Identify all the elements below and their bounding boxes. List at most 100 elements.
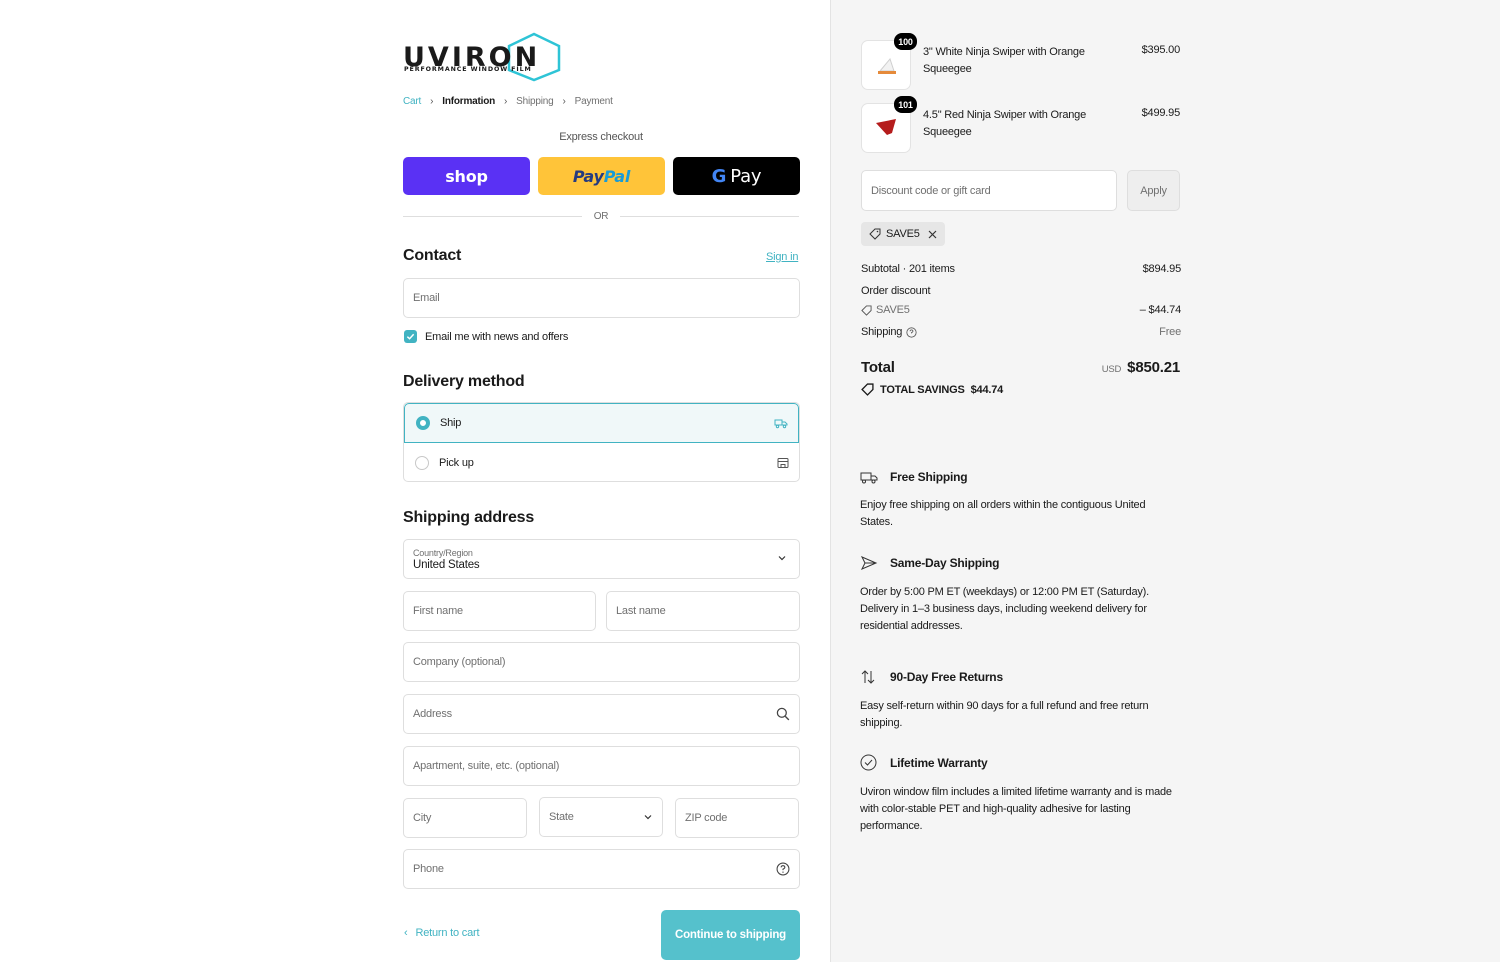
delivery-option-ship[interactable]: Ship [404,403,799,443]
truck-icon [774,419,788,429]
ship-radio[interactable] [416,416,430,430]
first-name-placeholder: First name [413,605,463,617]
newsletter-label: Email me with news and offers [425,330,569,343]
ship-label: Ship [440,417,462,429]
paypal-label-b: Pal [603,166,631,186]
tag-icon [869,228,881,240]
cart-item: 100 3" White Ninja Swiper with Orange Sq… [861,33,1181,90]
currency-code: USD [1101,364,1122,375]
product-price: $395.00 [1141,44,1181,56]
feature-lifetime-warranty: Lifetime Warranty Uviron window film inc… [860,754,1180,835]
checkmark-icon [406,333,415,340]
or-divider: OR [403,209,800,223]
shipping-row: Shipping Free [861,326,1181,338]
feature-description: Uviron window film includes a limited li… [860,786,1172,832]
chevron-right-icon: › [430,96,434,107]
newsletter-checkbox-row[interactable]: Email me with news and offers [404,330,568,343]
discount-placeholder: Discount code or gift card [871,184,991,197]
total-value-wrap: USD $850.21 [1102,359,1180,376]
email-field[interactable]: Email [403,278,800,318]
pickup-label: Pick up [439,457,474,469]
state-select[interactable]: State [539,797,663,837]
delivery-title: Delivery method [403,373,525,390]
last-name-field[interactable]: Last name [606,591,800,631]
phone-field[interactable]: Phone [403,849,800,889]
product-name: 3" White Ninja Swiper with Orange Squeeg… [923,46,1085,75]
shop-pay-button[interactable]: shop [403,157,530,195]
delivery-option-pickup[interactable]: Pick up [404,443,799,481]
product-name: 4.5" Red Ninja Swiper with Orange Squeeg… [923,109,1086,138]
feature-free-returns: 90-Day Free Returns Easy self-return wit… [860,669,1180,732]
country-label: Country/Region [413,547,473,558]
apply-discount-button[interactable]: Apply [1127,170,1180,211]
discount-code-row: SAVE5 – $44.74 [861,304,1181,316]
feature-description: Enjoy free shipping on all orders within… [860,499,1146,528]
discount-code-input[interactable]: Discount code or gift card [861,170,1117,211]
delivery-options: Ship Pick up [403,402,800,482]
check-circle-icon [860,754,880,771]
chevron-right-icon: › [562,96,566,107]
subtotal-row: Subtotal · 201 items $894.95 [861,263,1181,275]
feature-free-shipping: Free Shipping Enjoy free shipping on all… [860,470,1180,531]
search-icon[interactable] [776,707,790,721]
chevron-down-icon [644,815,652,820]
shipping-label: Shipping [861,326,903,338]
order-discount-label: Order discount [861,285,931,297]
breadcrumb-information: Information [442,96,496,107]
close-icon[interactable] [928,230,937,239]
subtotal-label: Subtotal · 201 items [861,263,955,275]
help-circle-icon[interactable] [906,326,917,338]
shipping-address-title: Shipping address [403,509,535,526]
savings-value: $44.74 [970,383,1004,396]
order-discount-row: Order discount [861,285,1181,297]
paypal-label-a: Pay [572,166,604,186]
city-field[interactable]: City [403,798,527,838]
google-g-icon: G [711,165,727,187]
country-value: United States [413,558,480,571]
feature-title: Same-Day Shipping [890,556,1000,570]
tag-icon [861,383,874,396]
brand-logo[interactable]: UVIRON PERFORMANCE WINDOW FILM [403,32,563,82]
discount-tag-chip: SAVE5 [861,222,945,246]
apartment-field[interactable]: Apartment, suite, etc. (optional) [403,746,800,786]
continue-label: Continue to shipping [675,929,786,941]
address-placeholder: Address [413,708,452,720]
sign-in-link[interactable]: Sign in [766,251,798,263]
subtotal-value: $894.95 [1142,263,1182,275]
feature-title: Free Shipping [890,470,968,484]
return-to-cart-link[interactable]: ‹ Return to cart [404,927,480,939]
express-checkout-label: Express checkout [559,131,643,143]
country-select[interactable]: Country/Region United States [403,539,800,579]
feature-title: 90-Day Free Returns [890,670,1003,684]
address-field[interactable]: Address [403,694,800,734]
discount-value: – $44.74 [1139,304,1181,316]
breadcrumb-cart[interactable]: Cart [403,96,421,107]
help-circle-icon[interactable] [776,862,790,876]
chevron-left-icon: ‹ [404,927,408,939]
continue-to-shipping-button[interactable]: Continue to shipping [661,910,800,960]
google-pay-button[interactable]: G Pay [673,157,800,195]
breadcrumb: Cart › Information › Shipping › Payment [403,96,613,107]
company-field[interactable]: Company (optional) [403,642,800,682]
paypal-button[interactable]: Pay Pal [538,157,665,195]
first-name-field[interactable]: First name [403,591,596,631]
chevron-right-icon: › [504,96,508,107]
breadcrumb-payment: Payment [574,96,613,107]
chevron-down-icon [778,556,786,561]
newsletter-checkbox[interactable] [404,330,417,343]
product-price: $499.95 [1141,107,1181,119]
checkout-main: UVIRON PERFORMANCE WINDOW FILM Cart › In… [0,0,830,962]
store-icon [777,458,789,468]
total-label: Total [861,359,895,376]
quantity-badge: 100 [894,33,917,50]
arrows-icon [860,669,880,685]
breadcrumb-shipping: Shipping [516,96,554,107]
discount-code-label: SAVE5 [861,304,910,316]
truck-icon [860,470,880,484]
zip-field[interactable]: ZIP code [675,798,799,838]
apartment-placeholder: Apartment, suite, etc. (optional) [413,760,560,772]
pickup-radio[interactable] [415,456,429,470]
email-placeholder: Email [413,292,440,304]
plane-icon [860,555,880,571]
shipping-value: Free [1159,326,1181,338]
